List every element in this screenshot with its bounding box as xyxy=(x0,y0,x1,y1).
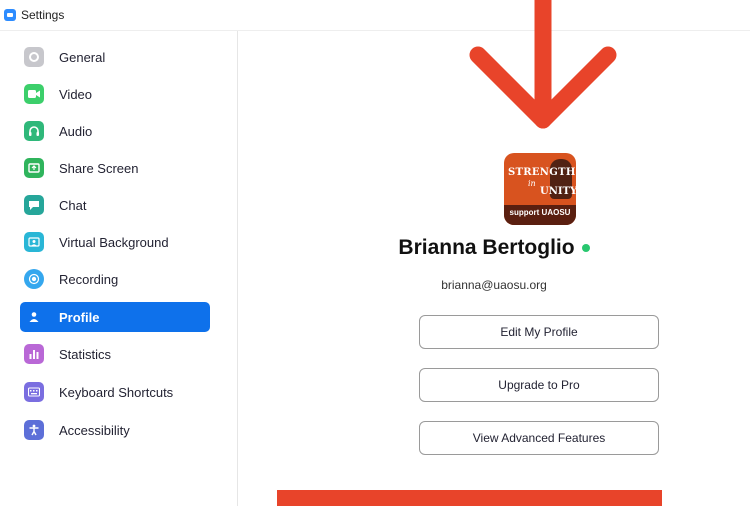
window-title: Settings xyxy=(21,8,65,22)
upgrade-to-pro-button[interactable]: Upgrade to Pro xyxy=(419,368,659,402)
sidebar-item-label: Profile xyxy=(59,309,100,325)
sidebar-item-general[interactable]: General xyxy=(20,42,210,72)
sidebar-item-label: Keyboard Shortcuts xyxy=(59,384,174,400)
view-advanced-features-button[interactable]: View Advanced Features xyxy=(419,421,659,455)
sidebar-item-recording[interactable]: Recording xyxy=(20,264,210,294)
sidebar-item-label: Audio xyxy=(59,123,93,139)
profile-email: brianna@uaosu.org xyxy=(441,278,547,292)
online-status-dot xyxy=(581,244,590,253)
profile-name: Brianna Bertoglio xyxy=(398,236,575,259)
sidebar-item-label: Recording xyxy=(59,271,119,287)
share-screen-icon xyxy=(24,158,44,178)
keyboard-icon xyxy=(24,382,44,402)
chat-bubble-icon xyxy=(24,195,44,215)
recording-icon xyxy=(24,269,44,289)
title-bar: Settings xyxy=(0,0,750,31)
bar-chart-icon xyxy=(24,344,44,364)
sidebar-item-label: Accessibility xyxy=(59,422,130,438)
profile-avatar[interactable]: STRENGTH in UNITY support UAOSU xyxy=(504,153,576,225)
sidebar-item-label: Share Screen xyxy=(59,160,139,176)
sidebar-item-keyboard-shortcuts[interactable]: Keyboard Shortcuts xyxy=(20,377,210,407)
avatar-band: support UAOSU xyxy=(504,205,576,225)
profile-panel: STRENGTH in UNITY support UAOSU Brianna … xyxy=(238,0,750,506)
sidebar-item-audio[interactable]: Audio xyxy=(20,116,210,146)
sidebar-item-label: General xyxy=(59,49,106,65)
video-camera-icon xyxy=(24,84,44,104)
avatar-band-text: support UAOSU xyxy=(509,208,571,217)
sidebar-item-video[interactable]: Video xyxy=(20,79,210,109)
annotation-highlight-bar xyxy=(277,490,662,506)
sidebar-item-label: Statistics xyxy=(59,346,112,362)
settings-sidebar: General Video Audio Share Screen Chat Vi… xyxy=(0,31,238,506)
sidebar-item-accessibility[interactable]: Accessibility xyxy=(20,415,210,445)
zoom-app-icon xyxy=(4,9,16,21)
virtual-background-icon xyxy=(24,232,44,252)
sidebar-item-label: Chat xyxy=(59,197,87,213)
sidebar-item-chat[interactable]: Chat xyxy=(20,190,210,220)
avatar-text-unity: UNITY xyxy=(540,186,576,197)
sidebar-item-profile[interactable]: Profile xyxy=(20,302,210,332)
person-icon xyxy=(24,307,44,327)
avatar-text-strength: STRENGTH xyxy=(508,167,576,178)
sidebar-item-label: Virtual Background xyxy=(59,234,169,250)
accessibility-icon xyxy=(24,420,44,440)
annotation-arrow-icon xyxy=(469,0,617,129)
sidebar-item-virtual-background[interactable]: Virtual Background xyxy=(20,227,210,257)
headphones-icon xyxy=(24,121,44,141)
sidebar-item-label: Video xyxy=(59,86,93,102)
edit-my-profile-button[interactable]: Edit My Profile xyxy=(419,315,659,349)
sidebar-item-statistics[interactable]: Statistics xyxy=(20,339,210,369)
gear-icon xyxy=(24,47,44,67)
sidebar-item-share-screen[interactable]: Share Screen xyxy=(20,153,210,183)
profile-name-row: Brianna Bertoglio xyxy=(238,236,750,260)
avatar-text-in: in xyxy=(528,179,536,188)
